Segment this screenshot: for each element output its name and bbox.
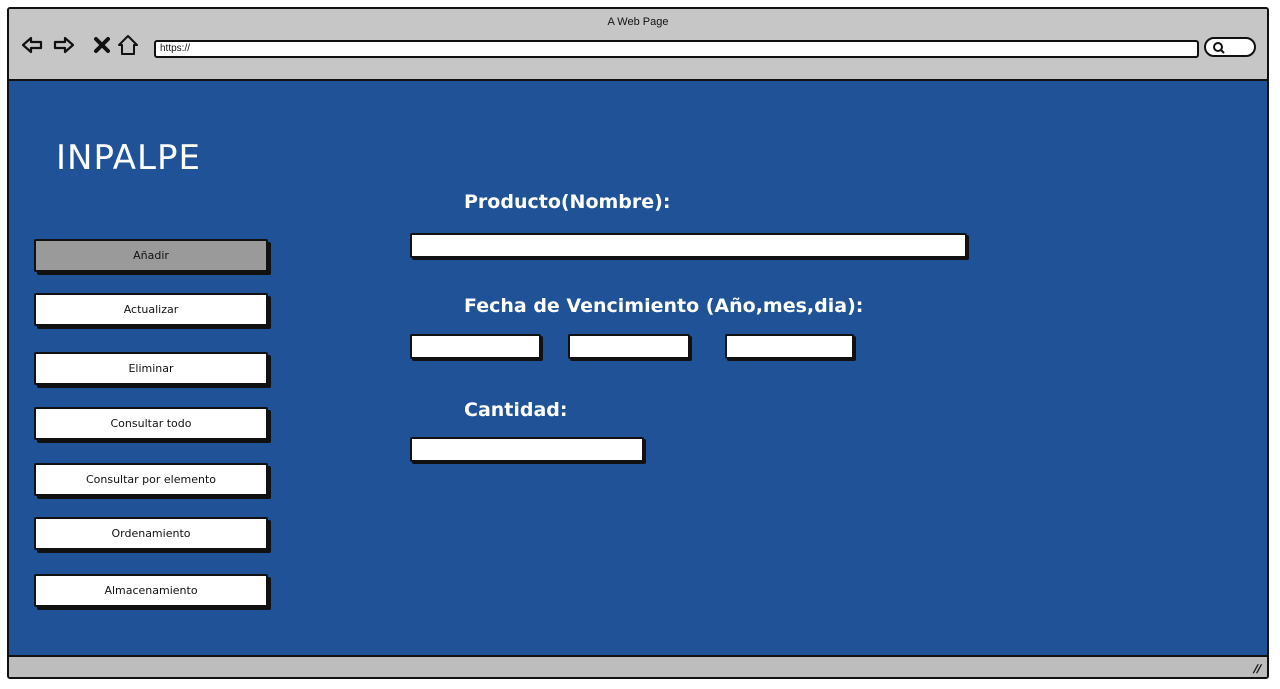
producto-input[interactable] [410, 233, 967, 258]
page-content: INPALPE Añadir Actualizar Eliminar Consu… [9, 81, 1267, 655]
search-icon [1213, 42, 1225, 54]
cantidad-input[interactable] [410, 437, 644, 462]
producto-label: Producto(Nombre): [464, 191, 671, 213]
fecha-anio-input[interactable] [410, 334, 541, 359]
sidebar-item-ordenamiento[interactable]: Ordenamiento [34, 517, 268, 550]
address-bar[interactable]: https:// [154, 40, 1199, 58]
window-title: A Web Page [607, 16, 669, 28]
forward-arrow-icon[interactable] [53, 34, 75, 56]
browser-window: A Web Page https:// INPALPE Añadir Actua… [7, 7, 1269, 679]
fecha-dia-input[interactable] [725, 334, 854, 359]
search-button[interactable] [1204, 37, 1256, 57]
sidebar-item-eliminar[interactable]: Eliminar [34, 352, 268, 385]
sidebar-item-anadir[interactable]: Añadir [34, 239, 268, 272]
sidebar-item-consultar-por-elemento[interactable]: Consultar por elemento [34, 463, 268, 496]
browser-titlebar: A Web Page https:// [9, 9, 1267, 81]
resize-grip-icon[interactable]: // [1252, 662, 1264, 676]
sidebar-item-actualizar[interactable]: Actualizar [34, 293, 268, 326]
app-brand: INPALPE [56, 138, 201, 178]
fecha-mes-input[interactable] [568, 334, 690, 359]
close-icon[interactable] [91, 34, 113, 56]
back-arrow-icon[interactable] [21, 34, 43, 56]
fecha-vencimiento-label: Fecha de Vencimiento (Año,mes,dia): [464, 295, 864, 317]
sidebar-item-almacenamiento[interactable]: Almacenamiento [34, 574, 268, 607]
browser-statusbar: // [9, 655, 1267, 677]
cantidad-label: Cantidad: [464, 399, 568, 421]
sidebar-item-consultar-todo[interactable]: Consultar todo [34, 407, 268, 440]
home-icon[interactable] [117, 34, 139, 56]
